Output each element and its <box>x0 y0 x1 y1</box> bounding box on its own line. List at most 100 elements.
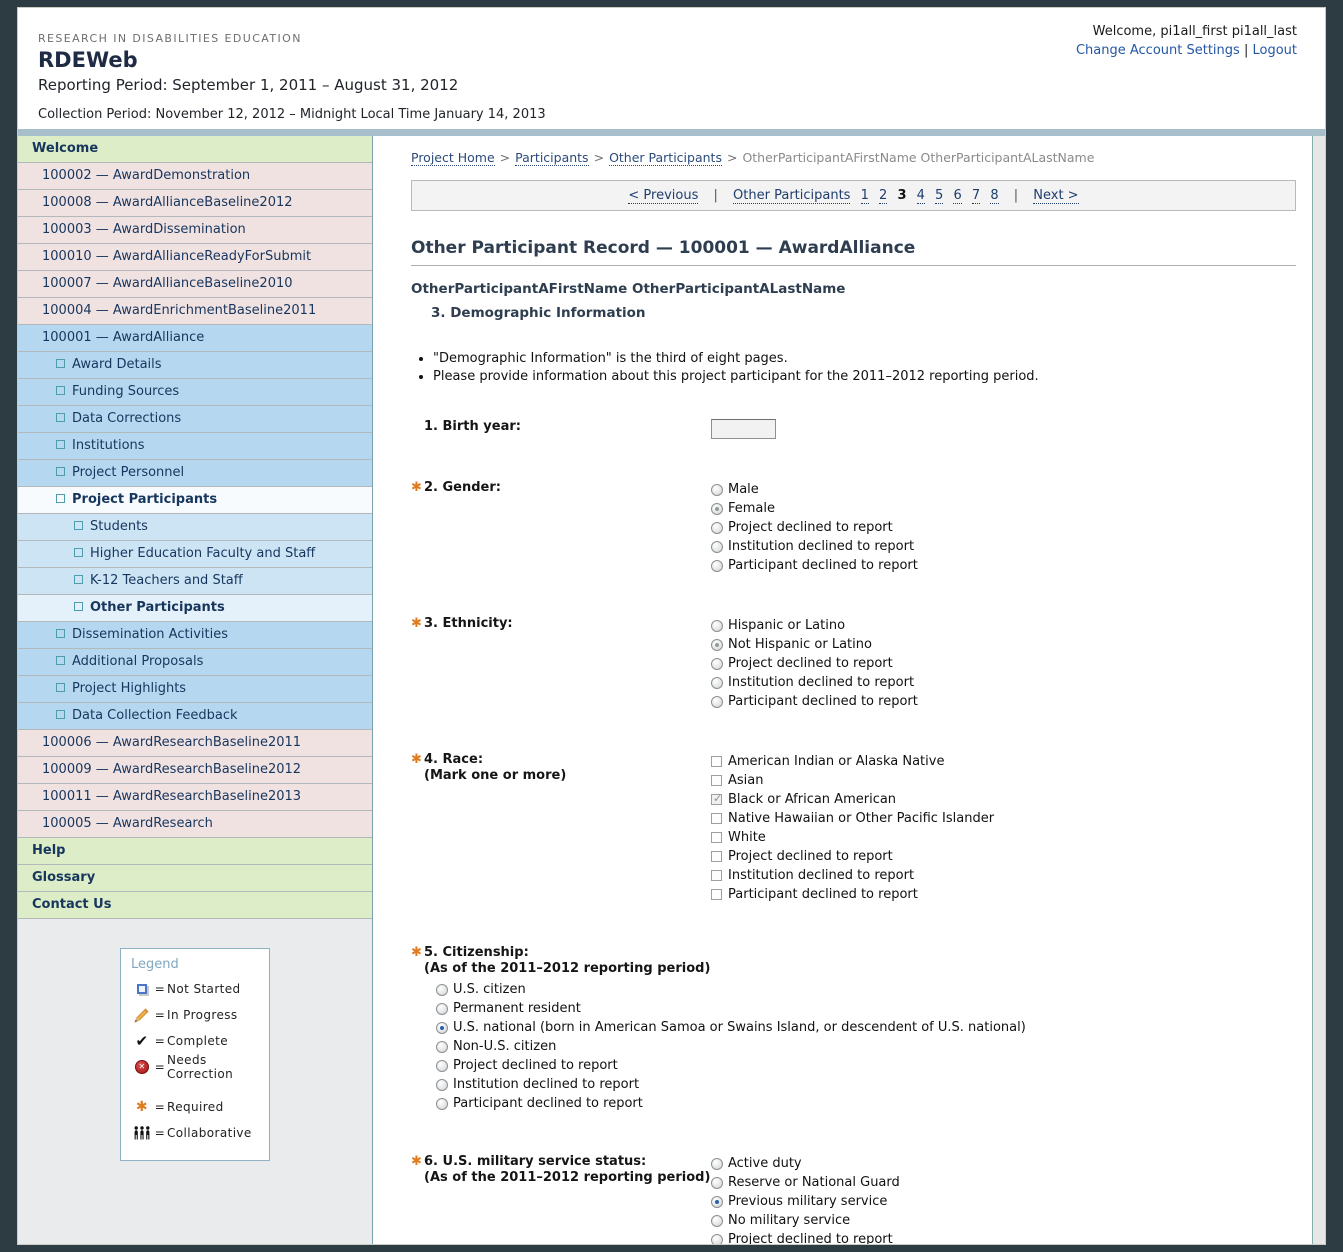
ethnicity-radio-participant-declined[interactable] <box>711 696 723 708</box>
race-checkbox-participant-declined[interactable] <box>711 889 722 900</box>
sidebar-item-other-participants[interactable]: Other Participants <box>18 595 372 622</box>
pager-next-link[interactable]: Next > <box>1033 188 1078 204</box>
citizenship-radio-us-citizen[interactable] <box>436 984 448 996</box>
sidebar-item-award-100003[interactable]: 100003 — AwardDissemination <box>18 217 372 244</box>
change-account-settings-link[interactable]: Change Account Settings <box>1076 43 1240 58</box>
military-label: 6. U.S. military service status: <box>424 1154 646 1169</box>
header-link-separator: | <box>1244 43 1248 58</box>
military-radio-project-declined[interactable] <box>711 1234 723 1246</box>
sidebar-item-project-participants[interactable]: Project Participants <box>18 487 372 514</box>
race-sublabel: (Mark one or more) <box>424 768 711 784</box>
pager-page-5[interactable]: 5 <box>935 188 943 204</box>
not-started-icon <box>56 683 65 692</box>
reporting-period: Reporting Period: September 1, 2011 – Au… <box>38 76 546 94</box>
race-checkbox-black-checked[interactable] <box>711 794 722 805</box>
citizenship-label: 5. Citizenship: <box>424 945 529 960</box>
legend-label-collaborative: Collaborative <box>167 1126 252 1140</box>
sidebar-item-award-100010[interactable]: 100010 — AwardAllianceReadyForSubmit <box>18 244 372 271</box>
race-checkbox-native-hawaiian[interactable] <box>711 813 722 824</box>
race-checkbox-american-indian[interactable] <box>711 756 722 767</box>
ethnicity-label: 3. Ethnicity: <box>424 616 513 631</box>
sidebar-item-award-100006[interactable]: 100006 — AwardResearchBaseline2011 <box>18 730 372 757</box>
sidebar-item-glossary[interactable]: Glossary <box>18 865 372 892</box>
sidebar-item-project-highlights[interactable]: Project Highlights <box>18 676 372 703</box>
gender-radio-participant-declined[interactable] <box>711 560 723 572</box>
header-divider-band <box>18 129 1325 136</box>
sidebar-item-award-100004[interactable]: 100004 — AwardEnrichmentBaseline2011 <box>18 298 372 325</box>
military-radio-no-service[interactable] <box>711 1215 723 1227</box>
logout-link[interactable]: Logout <box>1252 43 1297 58</box>
pager-page-1[interactable]: 1 <box>861 188 869 204</box>
gender-radio-project-declined[interactable] <box>711 522 723 534</box>
military-radio-previous-selected[interactable] <box>711 1196 723 1208</box>
military-radio-active-duty[interactable] <box>711 1158 723 1170</box>
ethnicity-radio-not-hispanic-selected[interactable] <box>711 639 723 651</box>
ethnicity-radio-hispanic[interactable] <box>711 620 723 632</box>
pager-page-2[interactable]: 2 <box>879 188 887 204</box>
sidebar-item-award-100008[interactable]: 100008 — AwardAllianceBaseline2012 <box>18 190 372 217</box>
breadcrumb-other-participants[interactable]: Other Participants <box>609 150 722 166</box>
citizenship-radio-project-declined[interactable] <box>436 1060 448 1072</box>
not-started-icon <box>56 413 65 422</box>
gender-radio-institution-declined[interactable] <box>711 541 723 553</box>
pager-page-6[interactable]: 6 <box>953 188 961 204</box>
sidebar-item-data-corrections[interactable]: Data Corrections <box>18 406 372 433</box>
required-icon: ✱ <box>411 616 424 632</box>
pager-page-3-current: 3 <box>897 188 906 203</box>
sidebar-item-contact-us[interactable]: Contact Us <box>18 892 372 919</box>
citizenship-radio-permanent-resident[interactable] <box>436 1003 448 1015</box>
legend-label-complete: Complete <box>167 1034 228 1048</box>
breadcrumb-participants[interactable]: Participants <box>515 150 588 166</box>
pager-other-participants-link[interactable]: Other Participants <box>733 188 850 204</box>
sidebar-item-award-100001[interactable]: 100001 — AwardAlliance <box>18 325 372 352</box>
military-radio-reserve[interactable] <box>711 1177 723 1189</box>
sidebar-item-institutions[interactable]: Institutions <box>18 433 372 460</box>
sidebar-item-award-100011[interactable]: 100011 — AwardResearchBaseline2013 <box>18 784 372 811</box>
pager-page-4[interactable]: 4 <box>917 188 925 204</box>
citizenship-radio-non-us-citizen[interactable] <box>436 1041 448 1053</box>
sidebar-item-award-100007[interactable]: 100007 — AwardAllianceBaseline2010 <box>18 271 372 298</box>
race-checkbox-institution-declined[interactable] <box>711 870 722 881</box>
ethnicity-radio-project-declined[interactable] <box>711 658 723 670</box>
sidebar-item-students[interactable]: Students <box>18 514 372 541</box>
birth-year-input[interactable] <box>711 419 776 439</box>
ethnicity-radio-institution-declined[interactable] <box>711 677 723 689</box>
scrollbar-track[interactable] <box>1312 136 1325 1244</box>
sidebar-item-award-100005[interactable]: 100005 — AwardResearch <box>18 811 372 838</box>
sidebar-item-welcome[interactable]: Welcome <box>18 136 372 163</box>
race-checkbox-asian[interactable] <box>711 775 722 786</box>
sidebar-item-k12-teachers-and-staff[interactable]: K-12 Teachers and Staff <box>18 568 372 595</box>
gender-radio-female-selected[interactable] <box>711 503 723 515</box>
sidebar-item-award-details[interactable]: Award Details <box>18 352 372 379</box>
pager-page-8[interactable]: 8 <box>990 188 998 204</box>
legend-label-in-progress: In Progress <box>167 1008 238 1022</box>
sidebar-item-additional-proposals[interactable]: Additional Proposals <box>18 649 372 676</box>
pager-page-7[interactable]: 7 <box>972 188 980 204</box>
race-checkbox-white[interactable] <box>711 832 722 843</box>
collection-period: Collection Period: November 12, 2012 – M… <box>38 107 546 122</box>
sidebar-item-funding-sources[interactable]: Funding Sources <box>18 379 372 406</box>
legend-box: Legend = Not Started = In Progress ✔ = <box>120 948 270 1161</box>
sidebar-item-dissemination-activities[interactable]: Dissemination Activities <box>18 622 372 649</box>
sidebar-item-higher-education-faculty-and-staff[interactable]: Higher Education Faculty and Staff <box>18 541 372 568</box>
instruction-item: "Demographic Information" is the third o… <box>433 351 1296 366</box>
citizenship-radio-institution-declined[interactable] <box>436 1079 448 1091</box>
not-started-icon <box>56 467 65 476</box>
required-icon: ✱ <box>411 1154 424 1170</box>
sidebar-item-data-collection-feedback[interactable]: Data Collection Feedback <box>18 703 372 730</box>
citizenship-radio-us-national-selected[interactable] <box>436 1022 448 1034</box>
not-started-icon <box>74 521 83 530</box>
sidebar-item-project-personnel[interactable]: Project Personnel <box>18 460 372 487</box>
question-military-service: ✱6. U.S. military service status: (As of… <box>411 1154 1296 1245</box>
sidebar-item-award-100002[interactable]: 100002 — AwardDemonstration <box>18 163 372 190</box>
gender-label: 2. Gender: <box>424 480 501 495</box>
sidebar-item-award-100009[interactable]: 100009 — AwardResearchBaseline2012 <box>18 757 372 784</box>
breadcrumb-project-home[interactable]: Project Home <box>411 150 495 166</box>
not-started-icon <box>56 629 65 638</box>
sidebar-item-help[interactable]: Help <box>18 838 372 865</box>
pager-previous-link[interactable]: < Previous <box>628 188 698 204</box>
race-checkbox-project-declined[interactable] <box>711 851 722 862</box>
gender-radio-male[interactable] <box>711 484 723 496</box>
legend-title: Legend <box>131 957 261 972</box>
citizenship-radio-participant-declined[interactable] <box>436 1098 448 1110</box>
